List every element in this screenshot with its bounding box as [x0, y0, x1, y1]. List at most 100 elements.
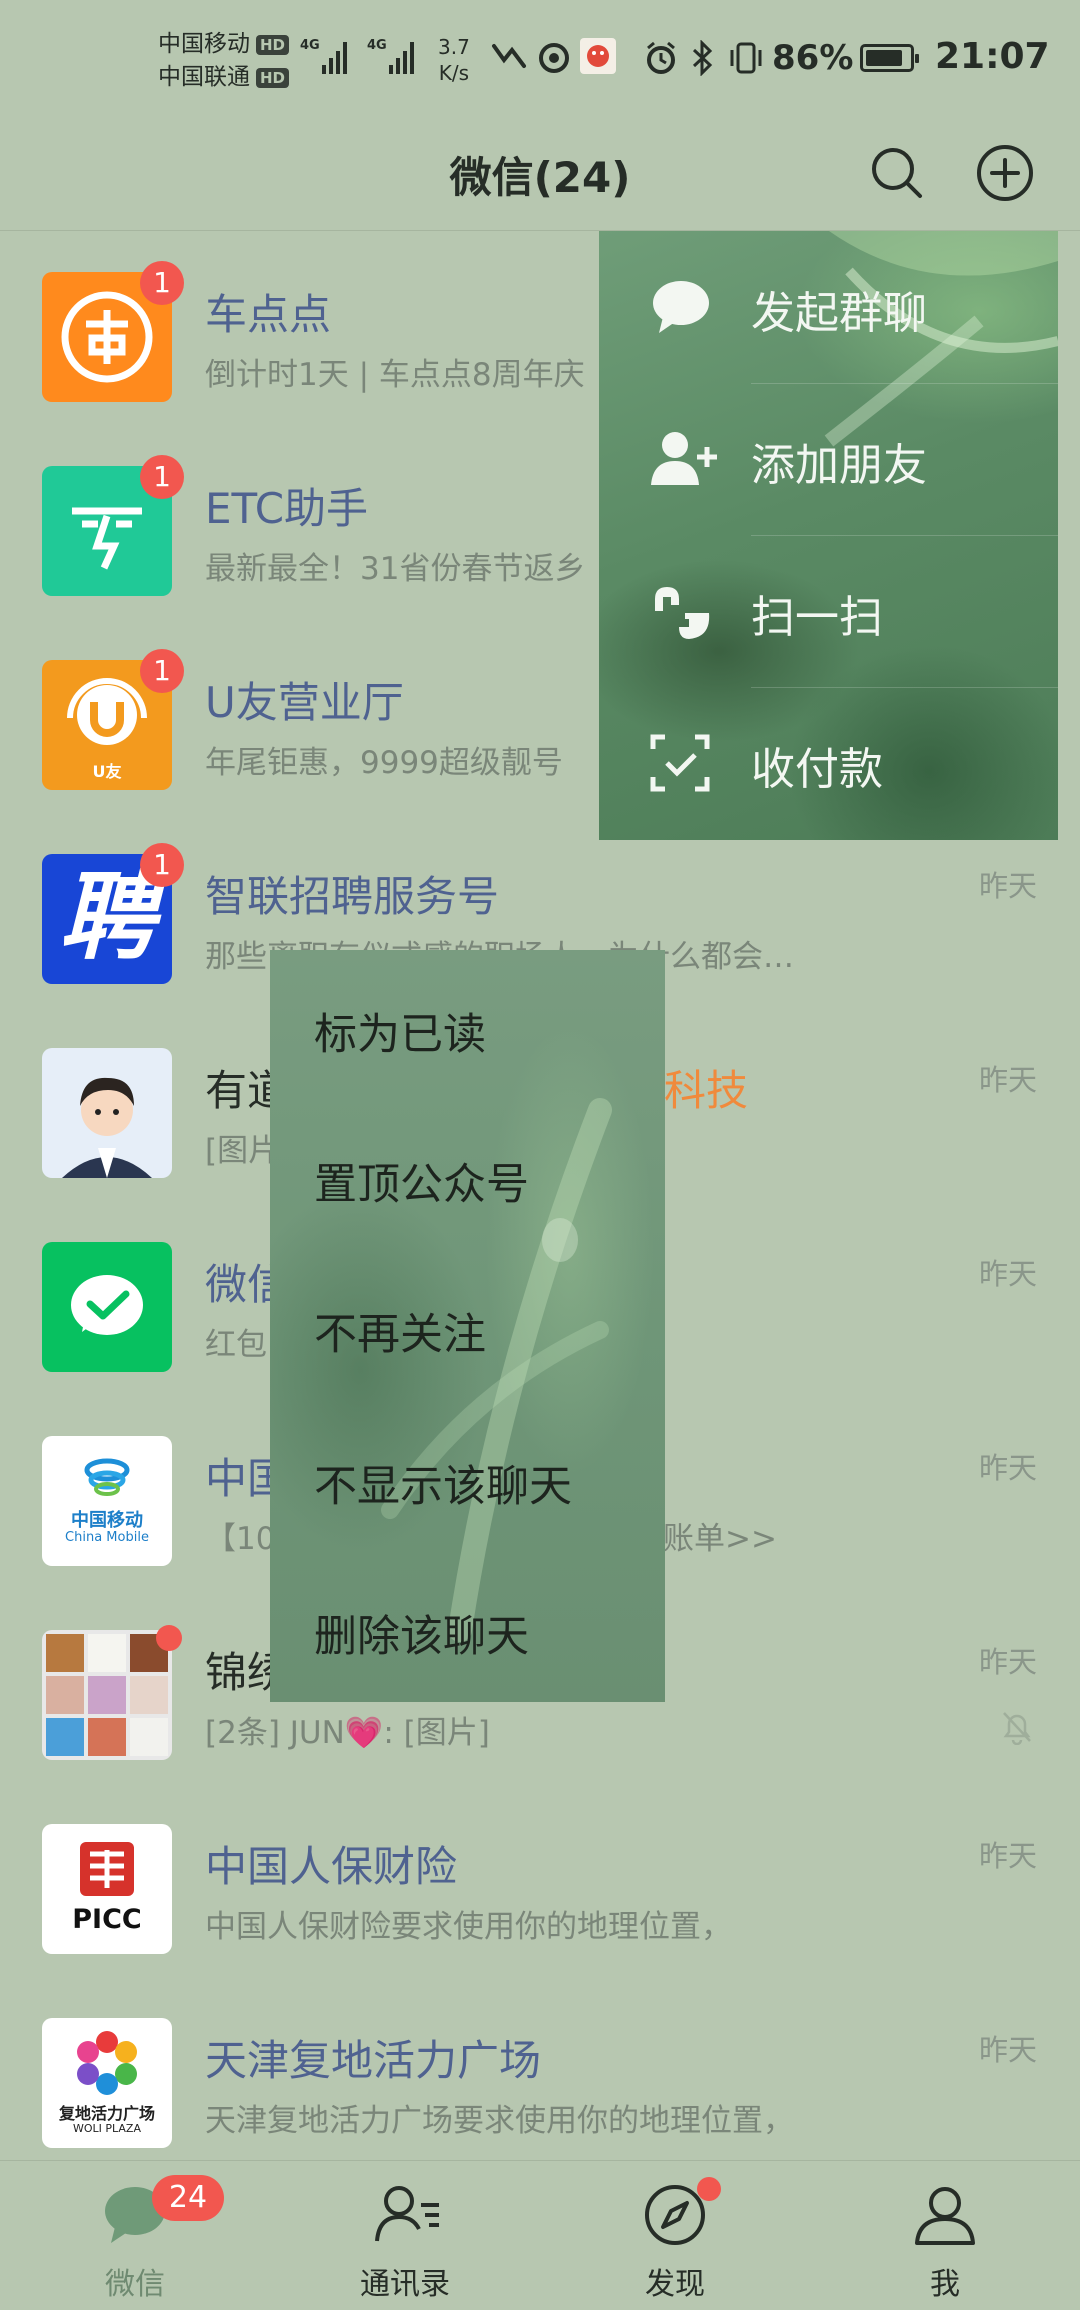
carrier-1: 中国移动 [158, 31, 250, 57]
mute-bell-icon [1003, 1712, 1031, 1745]
unread-badge: 1 [140, 649, 184, 693]
chat-name: 天津复地活力广场 [205, 2036, 542, 2085]
chat-preview: 红包 [205, 1327, 267, 1363]
status-bar: 中国移动 HD 中国联通 HD 4G 4G 3.7 K/s 86% 21:07 [0, 0, 1080, 120]
battery-percent: 86% [772, 38, 854, 78]
wechat-screen: 中国移动 HD 中国联通 HD 4G 4G 3.7 K/s 86% 21:07 … [0, 0, 1080, 2310]
chat-name: U友营业厅 [205, 678, 404, 727]
hd-badge: HD [256, 34, 290, 55]
chat-row[interactable]: 复地活力广场 WOLI PLAZA 天津复地活力广场 天津复地活力广场要求使用你… [0, 1977, 1080, 2171]
speed-value: 3.7 [438, 35, 470, 59]
picc-avatar: PICC [42, 1824, 172, 1954]
tab-contacts[interactable]: 通讯录 [270, 2161, 540, 2310]
unread-badge: 1 [140, 261, 184, 305]
person-icon [915, 2187, 975, 2245]
tab-label: 通讯录 [360, 2267, 450, 2302]
chat-time: 昨天 [978, 1645, 1037, 1679]
unread-dot [156, 1625, 182, 1651]
tab-label: 我 [930, 2267, 960, 2302]
menu-add-friend[interactable]: 添加朋友 [599, 383, 1058, 535]
clock: 21:07 [935, 36, 1050, 77]
tab-discover[interactable]: 发现 [540, 2161, 810, 2310]
menu-payment[interactable]: 收付款 [599, 687, 1058, 839]
carrier-info: 中国移动 HD 中国联通 HD [158, 28, 290, 94]
chat-preview: [2条] JUN💗: [图片] [205, 1715, 490, 1751]
vibrate-icon [730, 42, 762, 74]
chat-time: 昨天 [978, 1839, 1037, 1873]
carrier-2: 中国联通 [158, 64, 250, 90]
tab-unread-badge: 24 [152, 2175, 224, 2221]
top-bar: 微信(24) [0, 120, 1080, 230]
menu-start-group-chat[interactable]: 发起群聊 [599, 231, 1058, 383]
uyou-logo-text: U友 [92, 762, 122, 781]
signal-bars-2-icon [389, 40, 414, 74]
contacts-icon [375, 2186, 439, 2242]
chat-preview: 年尾钜惠，9999超级靓号 [205, 745, 563, 781]
tab-me[interactable]: 我 [810, 2161, 1080, 2310]
payment-icon [650, 734, 710, 792]
chat-name: 中国人保财险 [205, 1842, 458, 1891]
chat-name: 智联招聘服务号 [205, 872, 500, 921]
chat-time: 昨天 [978, 1063, 1037, 1097]
group-avatar [42, 1630, 172, 1760]
plus-dropdown-menu: 发起群聊 添加朋友 扫一扫 收付款 [599, 231, 1058, 840]
chat-preview: 中国人保财险要求使用你的地理位置， [205, 1909, 732, 1945]
signal-bars-1-icon [322, 40, 347, 74]
location-target-icon [539, 43, 569, 73]
hide-chat-option[interactable]: 不显示该聊天 [314, 1452, 572, 1514]
chat-preview: 天津复地活力广场要求使用你的地理位置， [205, 2103, 794, 2139]
add-friend-icon [651, 432, 717, 485]
network-type-2: 4G [367, 38, 387, 53]
chat-preview-text: 【10 [205, 1521, 276, 1557]
wechat-pay-avatar [42, 1242, 172, 1372]
mark-as-read-option[interactable]: 标为已读 [314, 1000, 486, 1062]
menu-label: 收付款 [751, 744, 883, 795]
pin-official-account-option[interactable]: 置顶公众号 [314, 1150, 529, 1212]
chat-preview: 【10 账单>> [205, 1513, 777, 1558]
chat-bubble-icon [653, 281, 709, 333]
chat-row[interactable]: PICC 中国人保财险 中国人保财险要求使用你的地理位置， 昨天 [0, 1783, 1080, 1977]
nfc-icon [492, 44, 526, 68]
menu-label: 发起群聊 [751, 288, 927, 339]
chat-time: 昨天 [978, 1257, 1037, 1291]
chat-name: 车点点 [205, 290, 332, 339]
discover-dot [697, 2177, 721, 2201]
bottom-tab-bar: 24 微信 通讯录 发现 我 [0, 2160, 1080, 2310]
chinamobile-logo-en: China Mobile [65, 1530, 149, 1545]
network-speed: 3.7 K/s [438, 34, 470, 86]
search-icon[interactable] [866, 142, 928, 204]
woli-plaza-avatar: 复地活力广场 WOLI PLAZA [42, 2018, 172, 2148]
unread-badge: 1 [140, 843, 184, 887]
app-notification-icon [580, 38, 616, 74]
tab-label: 发现 [645, 2267, 705, 2302]
hd-badge: HD [256, 67, 290, 88]
network-type-1: 4G [300, 38, 320, 53]
chinamobile-logo-cn: 中国移动 [71, 1510, 143, 1531]
menu-label: 添加朋友 [751, 440, 927, 491]
chat-preview: 倒计时1天 | 车点点8周年庆 [205, 357, 585, 393]
chat-time: 昨天 [978, 1451, 1037, 1485]
menu-label: 扫一扫 [751, 592, 883, 643]
woli-logo-text: 复地活力广场 [58, 2104, 155, 2123]
chat-time: 昨天 [978, 869, 1037, 903]
chat-time: 昨天 [978, 2033, 1037, 2067]
tab-chats[interactable]: 24 微信 [0, 2161, 270, 2310]
delete-chat-option[interactable]: 删除该聊天 [314, 1602, 529, 1664]
unfollow-option[interactable]: 不再关注 [314, 1300, 486, 1362]
battery-icon [860, 44, 919, 72]
tab-label: 微信 [105, 2267, 165, 2302]
plus-circle-icon[interactable] [974, 142, 1036, 204]
woli-logo-en: WOLI PLAZA [72, 2122, 141, 2135]
scan-icon [655, 587, 710, 639]
chat-name-highlight: 科技 [664, 1066, 749, 1115]
chinamobile-avatar: 中国移动 China Mobile [42, 1436, 172, 1566]
speed-unit: K/s [438, 61, 470, 85]
alarm-icon [647, 41, 675, 74]
chat-context-menu: 标为已读 置顶公众号 不再关注 不显示该聊天 删除该聊天 [270, 950, 665, 1702]
chat-preview: 最新最全！31省份春节返乡 [205, 551, 586, 587]
bluetooth-icon [692, 40, 713, 76]
chat-preview-tail: 账单>> [663, 1521, 777, 1557]
chat-name: ETC助手 [205, 484, 369, 533]
menu-scan[interactable]: 扫一扫 [599, 535, 1058, 687]
picc-logo-text: PICC [72, 1904, 142, 1935]
